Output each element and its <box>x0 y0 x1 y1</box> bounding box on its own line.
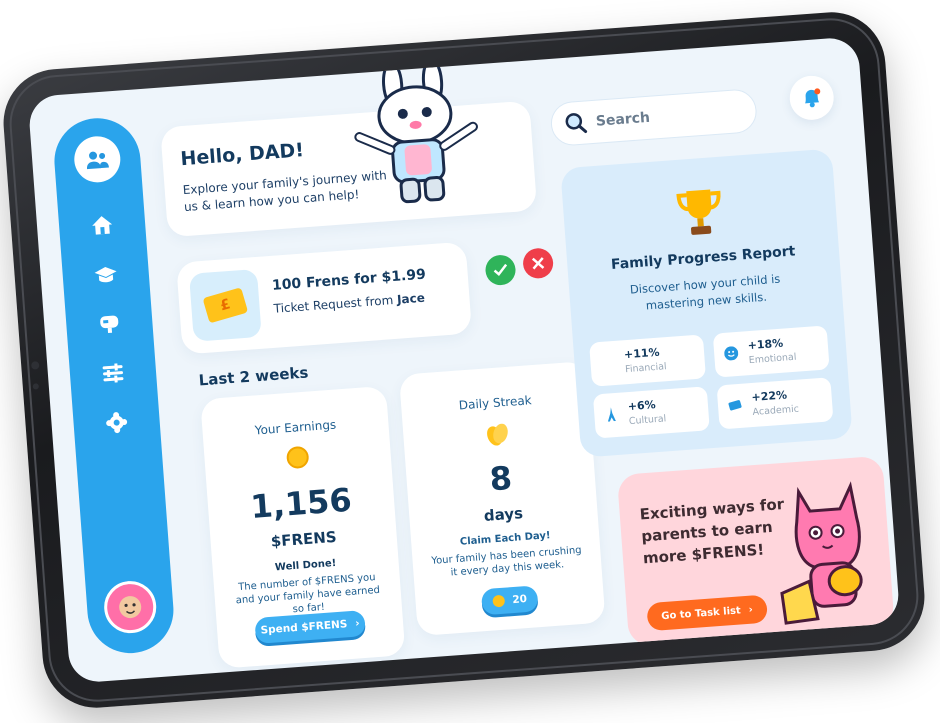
ticket-requester: Jace <box>396 290 426 307</box>
metric-cultural: +6% Cultural <box>592 386 710 439</box>
metric-value: +18% <box>747 336 784 353</box>
earnings-amount: 1,156 <box>249 480 353 526</box>
earn-frens-promo-card: Exciting ways for parents to earn more $… <box>616 455 895 647</box>
app-screen: Hello, DAD! Explore your family's journe… <box>27 36 901 684</box>
tablet-frame: Hello, DAD! Explore your family's journe… <box>0 8 929 712</box>
go-to-task-list-label: Go to Task list <box>660 604 742 622</box>
bunny-mascot-illustration <box>354 58 478 204</box>
section-title: Last 2 weeks <box>198 363 309 390</box>
streak-description: Your family has been crushing it every d… <box>430 544 582 579</box>
earnings-unit: $FRENS <box>270 527 338 551</box>
tablet-sensor <box>32 383 39 390</box>
ticket-request-label: Ticket Request from <box>273 293 394 316</box>
book-icon <box>728 400 742 411</box>
notifications-button[interactable] <box>788 74 836 122</box>
close-icon <box>531 257 545 270</box>
earnings-title: Your Earnings <box>254 417 337 438</box>
ticket-request-title: 100 Frens for $1.99 <box>271 266 427 294</box>
search-bar[interactable]: Search <box>549 87 759 147</box>
cat-mascot-illustration <box>780 481 863 625</box>
daily-streak-card: Daily Streak 8 days Claim Each Day! Your… <box>398 361 606 637</box>
clapping-hands-icon <box>487 423 508 446</box>
chevron-right-icon: › <box>748 604 754 616</box>
streak-reward-value: 20 <box>511 593 528 607</box>
go-to-task-list-button[interactable]: Go to Task list › <box>646 594 768 632</box>
smiley-icon <box>724 346 739 361</box>
metric-value: +11% <box>623 345 660 362</box>
coin-icon <box>492 594 505 608</box>
metric-label: Emotional <box>748 351 797 367</box>
eiffel-tower-icon <box>607 407 616 422</box>
user-avatar[interactable] <box>102 579 159 635</box>
greeting-title: Hello, DAD! <box>179 139 305 171</box>
streak-reward-button[interactable]: 20 <box>480 585 539 616</box>
settings-icon[interactable] <box>101 407 133 439</box>
report-subtitle: Discover how your child is mastering new… <box>629 271 781 313</box>
greeting-card: Hello, DAD! Explore your family's journe… <box>160 58 538 238</box>
sliders-icon[interactable] <box>97 357 129 389</box>
reject-button[interactable] <box>522 247 555 280</box>
metric-emotional: +18% Emotional <box>712 325 830 378</box>
ticket-request-card: £ 100 Frens for $1.99 Ticket Request fro… <box>176 241 473 355</box>
streak-title: Daily Streak <box>458 393 533 413</box>
tablet-camera <box>30 361 40 370</box>
chevron-right-icon: › <box>354 617 361 630</box>
sidebar <box>51 115 177 657</box>
streak-unit: days <box>483 504 524 525</box>
metric-label: Financial <box>624 361 668 376</box>
ticket-request-subtitle: Ticket Request from Jace <box>273 291 425 316</box>
home-icon[interactable] <box>86 209 118 241</box>
ticket-icon: £ <box>188 268 262 342</box>
metric-label: Cultural <box>628 413 667 428</box>
metric-financial: +11% Financial <box>589 334 706 387</box>
coin-icon <box>285 445 310 470</box>
metric-value: +22% <box>751 388 788 405</box>
metric-value: +6% <box>627 398 657 414</box>
metric-label: Academic <box>752 403 800 418</box>
mailbox-icon[interactable] <box>93 307 125 339</box>
earnings-card: Your Earnings 1,156 $FRENS Well Done! Th… <box>200 385 406 669</box>
streak-count: 8 <box>488 458 514 499</box>
search-icon <box>565 113 588 133</box>
spend-frens-label: Spend $FRENS <box>260 618 348 637</box>
trophy-icon <box>676 189 721 235</box>
family-progress-report-card: Family Progress Report Discover how your… <box>560 148 853 458</box>
accept-button[interactable] <box>484 254 517 287</box>
graduation-cap-icon[interactable] <box>90 259 122 291</box>
check-icon <box>493 263 508 277</box>
bell-icon <box>805 88 821 108</box>
family-icon[interactable] <box>72 134 122 184</box>
metric-academic: +22% Academic <box>716 377 834 430</box>
search-placeholder: Search <box>595 109 651 130</box>
